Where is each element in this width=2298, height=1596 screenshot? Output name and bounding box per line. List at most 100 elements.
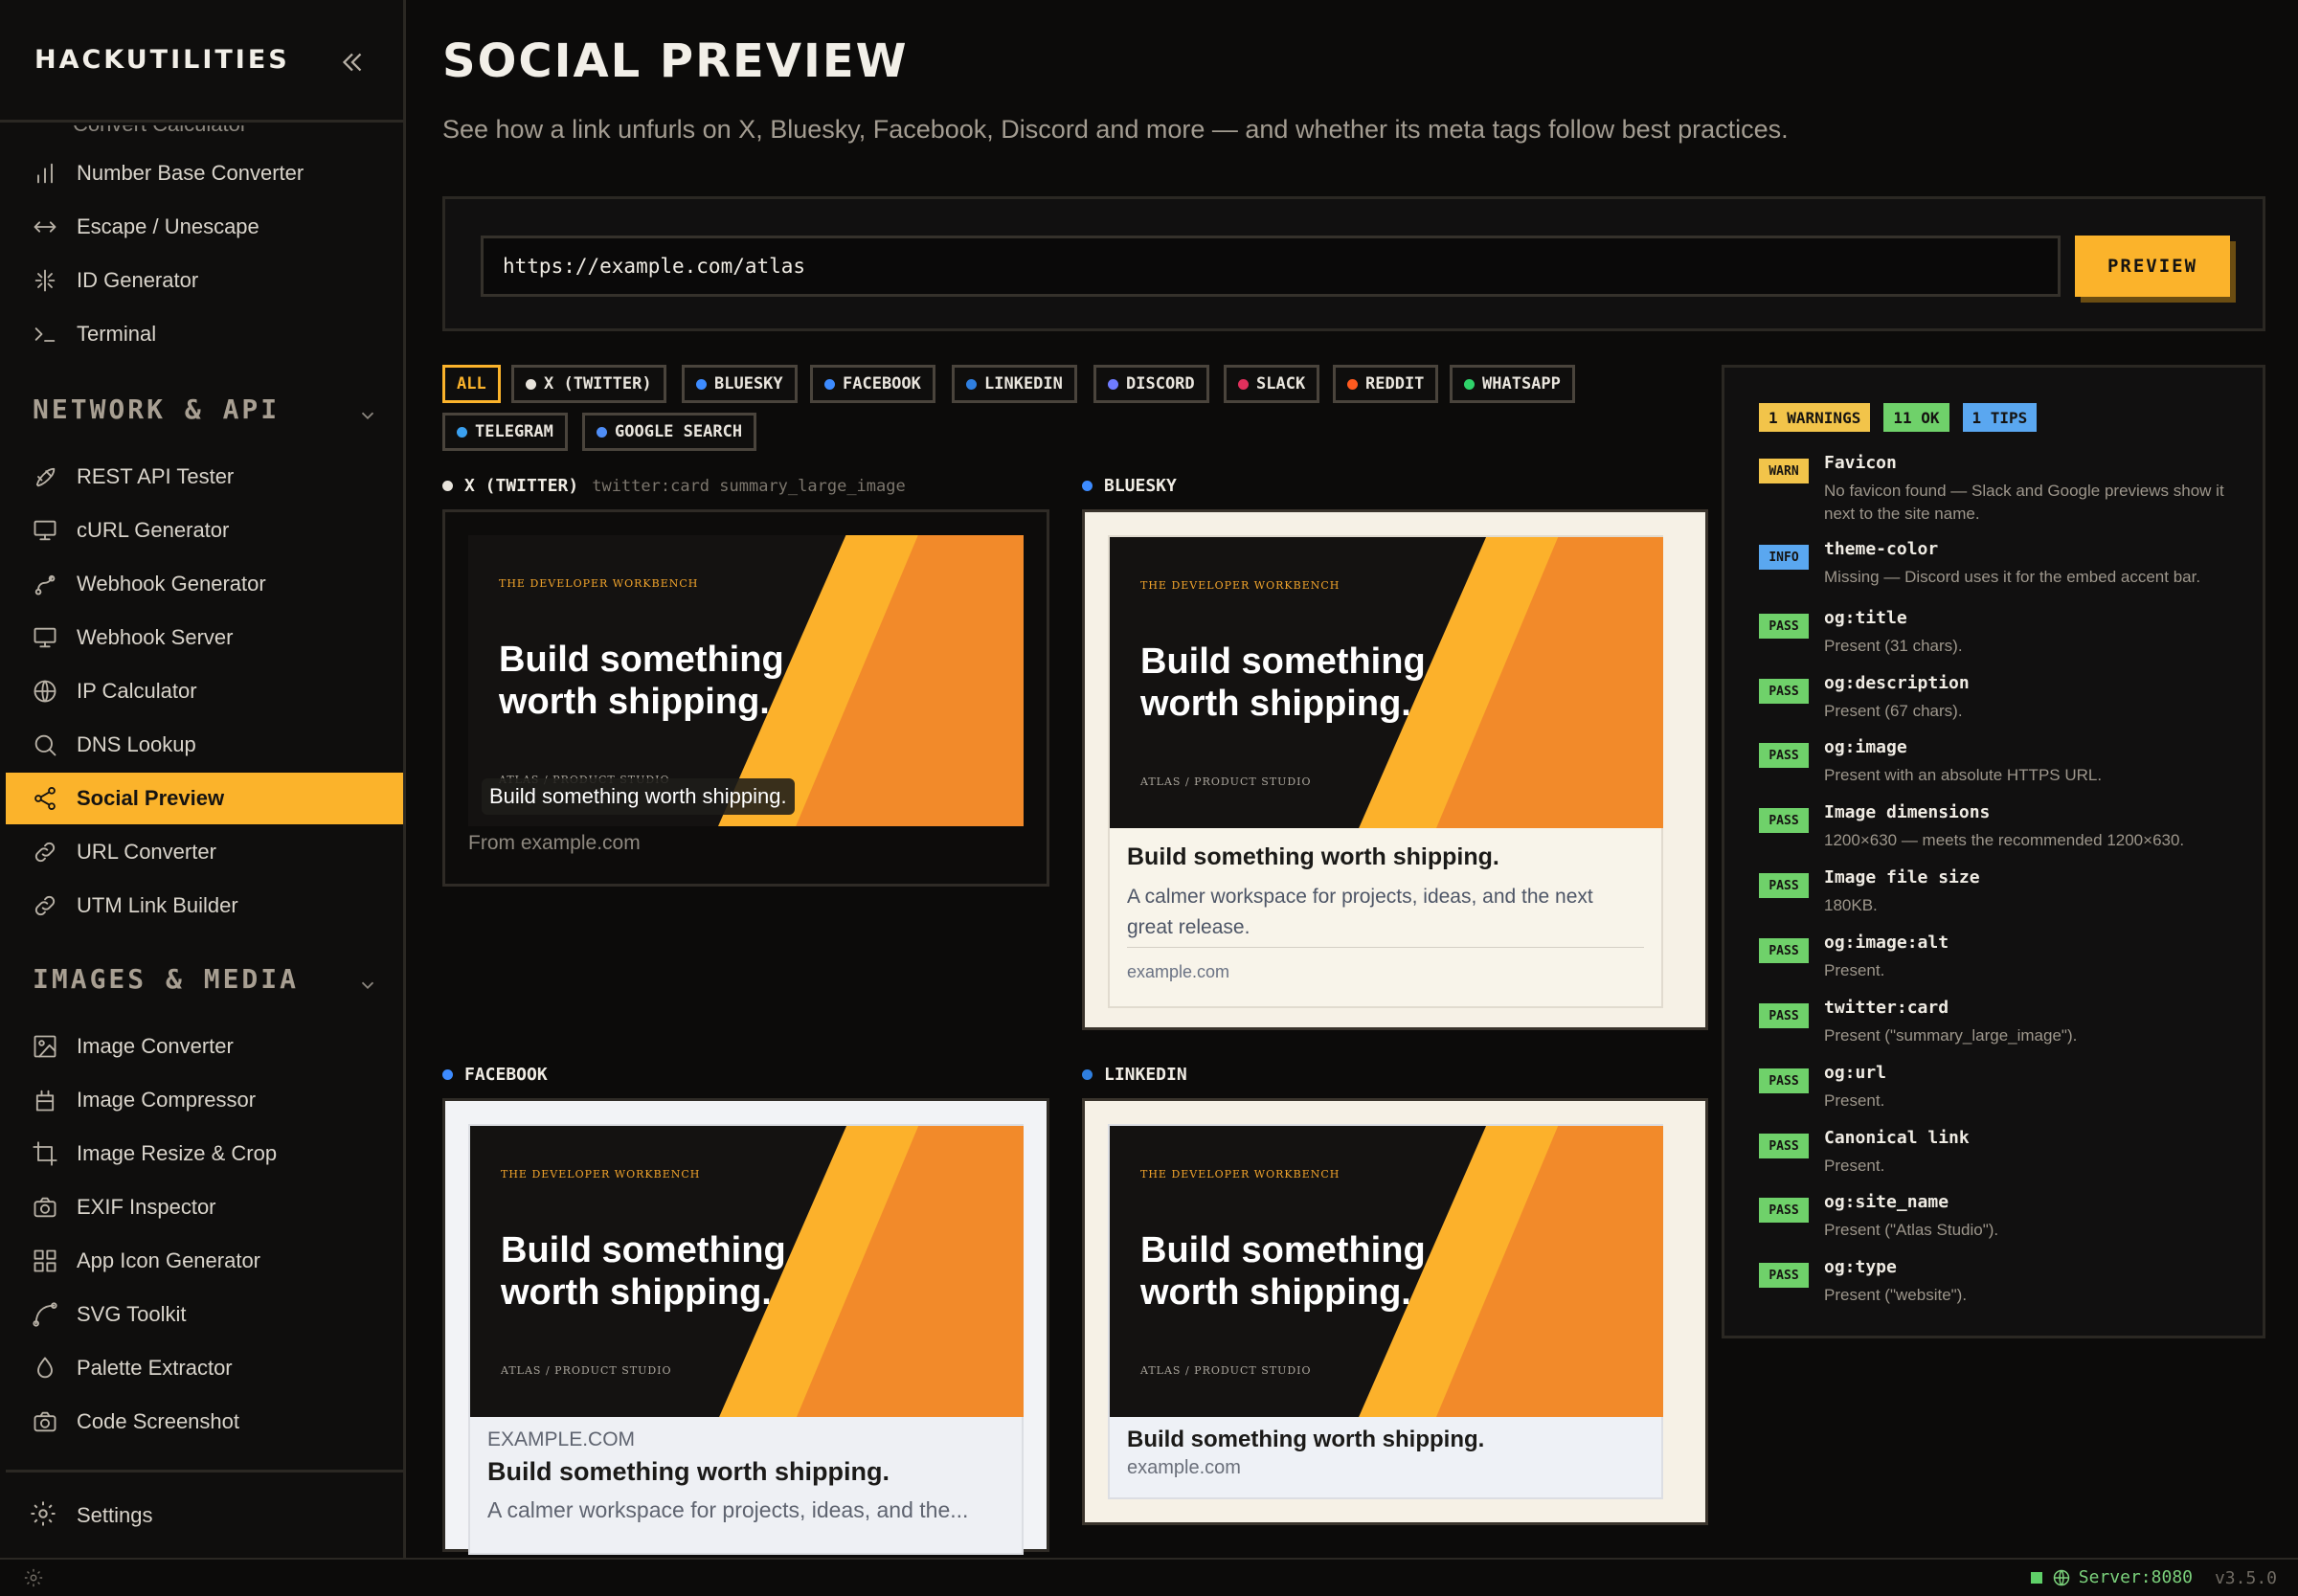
- card-platform-name: FACEBOOK: [464, 1065, 548, 1085]
- sidebar-item-app-icon-generator[interactable]: App Icon Generator: [6, 1235, 403, 1287]
- card-header-bluesky: BLUESKY: [1082, 476, 1177, 496]
- og-kicker: THE DEVELOPER WORKBENCH: [501, 1168, 701, 1180]
- check-name: theme-color: [1824, 539, 1939, 559]
- og-headline: Build something worth shipping.: [499, 640, 784, 722]
- sidebar-item-webhook-generator[interactable]: Webhook Generator: [6, 558, 403, 610]
- sidebar-item-label: ID Generator: [77, 268, 199, 292]
- sidebar-item-rest-api-tester[interactable]: REST API Tester: [6, 451, 403, 503]
- filter-chip-discord[interactable]: DISCORD: [1093, 365, 1209, 403]
- sidebar-item-label: URL Converter: [77, 840, 216, 864]
- sidebar-item-url-converter[interactable]: URL Converter: [6, 826, 403, 878]
- check-description: Present (31 chars).: [1824, 637, 1963, 655]
- sidebar-item-image-compressor[interactable]: Image Compressor: [6, 1074, 403, 1126]
- check-name: Canonical link: [1824, 1128, 1970, 1148]
- filter-chip-slack[interactable]: SLACK: [1224, 365, 1320, 403]
- sidebar-item-label: Social Preview: [77, 786, 225, 810]
- sidebar-item-dns-lookup[interactable]: DNS Lookup: [6, 719, 403, 771]
- sidebar-item-escape-unescape[interactable]: Escape / Unescape: [6, 201, 403, 253]
- filter-label: BLUESKY: [714, 374, 783, 393]
- filter-chip-reddit[interactable]: REDDIT: [1333, 365, 1439, 403]
- sidebar-item-image-resize-crop[interactable]: Image Resize & Crop: [6, 1128, 403, 1180]
- check-status-badge: PASS: [1759, 1134, 1809, 1158]
- check-status-badge: PASS: [1759, 614, 1809, 639]
- filter-chip-telegram[interactable]: TELEGRAM: [442, 413, 568, 451]
- sidebar-header: HACKUTILITIES: [0, 0, 403, 123]
- gear-icon[interactable]: [23, 1567, 44, 1588]
- chevron-down-icon[interactable]: [357, 975, 378, 996]
- sidebar-item-image-converter[interactable]: Image Converter: [6, 1021, 403, 1072]
- linkedin-domain: example.com: [1127, 1457, 1241, 1478]
- link-icon: [29, 889, 61, 922]
- chevron-down-icon[interactable]: [357, 405, 378, 426]
- sidebar-item-curl-generator[interactable]: cURL Generator: [6, 505, 403, 556]
- card-meta: twitter:card summary_large_image: [592, 476, 906, 496]
- filter-chip-x-twitter[interactable]: X (TWITTER): [511, 365, 666, 403]
- filter-label: FACEBOOK: [843, 374, 921, 393]
- check-status-badge: PASS: [1759, 743, 1809, 768]
- sidebar-item-webhook-server[interactable]: Webhook Server: [6, 612, 403, 663]
- linkedin-title: Build something worth shipping.: [1127, 1427, 1485, 1452]
- sidebar-item-palette-extractor[interactable]: Palette Extractor: [6, 1342, 403, 1394]
- sidebar-item-svg-toolkit[interactable]: SVG Toolkit: [6, 1289, 403, 1340]
- check-description: Present ("summary_large_image").: [1824, 1026, 2078, 1045]
- x-image-overlay: Build something worth shipping.: [482, 778, 795, 815]
- sidebar-item-code-screenshot[interactable]: Code Screenshot: [6, 1396, 403, 1448]
- sidebar-section-title[interactable]: NETWORK & API: [33, 393, 280, 425]
- sidebar-item-label: Escape / Unescape: [77, 214, 259, 238]
- platform-dot: [597, 426, 607, 438]
- filter-chip-linkedin[interactable]: LINKEDIN: [952, 365, 1077, 403]
- check-name: og:image:alt: [1824, 933, 1949, 953]
- url-input[interactable]: https://example.com/atlas: [481, 236, 2061, 297]
- check-description: Present.: [1824, 1091, 1885, 1110]
- url-panel: https://example.com/atlas PREVIEW: [442, 196, 2265, 331]
- filter-chip-facebook[interactable]: FACEBOOK: [810, 365, 935, 403]
- sidebar-item-label: EXIF Inspector: [77, 1195, 216, 1219]
- og-image: THE DEVELOPER WORKBENCH Build something w…: [1110, 1126, 1663, 1417]
- og-headline: Build something worth shipping.: [1140, 1230, 1426, 1313]
- filter-label: X (TWITTER): [544, 374, 652, 393]
- check-description: Present with an absolute HTTPS URL.: [1824, 766, 2103, 784]
- brand-title: HACKUTILITIES: [34, 45, 290, 75]
- collapse-sidebar-icon[interactable]: [336, 46, 369, 79]
- compress-icon: [29, 1084, 61, 1116]
- sidebar-item-settings[interactable]: Settings: [6, 1470, 406, 1558]
- check-description: Present ("Atlas Studio").: [1824, 1221, 1999, 1239]
- filter-chip-all[interactable]: ALL: [442, 365, 501, 403]
- sidebar-item-exif-inspector[interactable]: EXIF Inspector: [6, 1181, 403, 1233]
- sidebar-section-title[interactable]: IMAGES & MEDIA: [33, 963, 299, 995]
- grid-icon: [29, 1245, 61, 1277]
- summary-badge: 11 OK: [1883, 403, 1949, 432]
- check-status-badge: PASS: [1759, 1263, 1809, 1288]
- preview-button[interactable]: PREVIEW: [2075, 236, 2230, 297]
- sidebar-item-number-base-converter[interactable]: Number Base Converter: [6, 147, 403, 199]
- check-status-badge: INFO: [1759, 545, 1809, 570]
- filter-chip-bluesky[interactable]: BLUESKY: [682, 365, 798, 403]
- sidebar-item-terminal[interactable]: Terminal: [6, 308, 403, 360]
- check-description: Present.: [1824, 1157, 1885, 1175]
- sidebar-nav: Convert Calculator Number Base Converter…: [0, 125, 403, 1467]
- app-version: v3.5.0: [2214, 1568, 2277, 1588]
- card-platform-name: LINKEDIN: [1104, 1065, 1187, 1085]
- preview-card-bluesky: THE DEVELOPER WORKBENCH Build something w…: [1082, 509, 1708, 1030]
- server-status[interactable]: Server:8080: [2030, 1567, 2193, 1587]
- sidebar-item-id-generator[interactable]: ID Generator: [6, 255, 403, 306]
- check-name: og:description: [1824, 673, 1970, 693]
- check-status-badge: PASS: [1759, 1198, 1809, 1223]
- sidebar-item-label: UTM Link Builder: [77, 893, 238, 917]
- filter-label: GOOGLE SEARCH: [615, 422, 743, 441]
- sidebar-item-utm-link-builder[interactable]: UTM Link Builder: [6, 880, 403, 932]
- sidebar-item-label: Webhook Server: [77, 625, 234, 649]
- sidebar-item-label: App Icon Generator: [77, 1248, 261, 1272]
- card-header-facebook: FACEBOOK: [442, 1065, 548, 1085]
- card-header-x: X (TWITTER) twitter:card summary_large_i…: [442, 476, 906, 496]
- filter-chip-whatsapp[interactable]: WHATSAPP: [1450, 365, 1575, 403]
- og-footer: ATLAS / PRODUCT STUDIO: [1140, 1364, 1312, 1377]
- bluesky-embed: THE DEVELOPER WORKBENCH Build something w…: [1108, 535, 1663, 1008]
- sidebar-item-social-preview[interactable]: Social Preview: [6, 773, 403, 824]
- filter-chip-google-search[interactable]: GOOGLE SEARCH: [582, 413, 757, 451]
- check-name: og:url: [1824, 1063, 1887, 1083]
- check-status-badge: PASS: [1759, 938, 1809, 963]
- sidebar-item-partial[interactable]: Convert Calculator: [73, 125, 247, 137]
- sidebar-item-ip-calculator[interactable]: IP Calculator: [6, 665, 403, 717]
- filter-label: LINKEDIN: [984, 374, 1063, 393]
